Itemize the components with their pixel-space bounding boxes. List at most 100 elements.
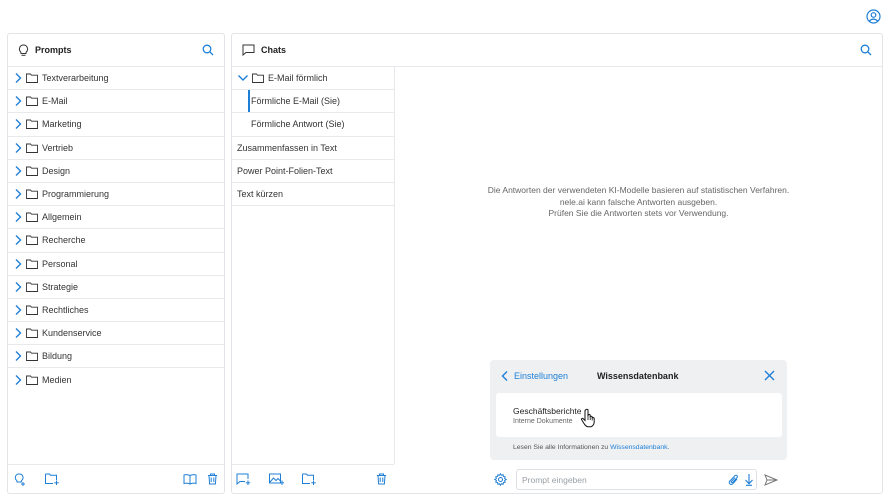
add-prompt-icon[interactable] <box>14 473 26 486</box>
prompt-input-container <box>516 469 757 490</box>
search-icon[interactable] <box>202 44 214 56</box>
chevron-right-icon[interactable] <box>14 304 22 316</box>
disclaimer-line: Die Antworten der verwendeten KI-Modelle… <box>487 185 790 195</box>
chat-item[interactable]: Power Point-Folien-Text <box>232 160 394 183</box>
library-icon[interactable] <box>183 473 197 485</box>
gear-icon[interactable] <box>494 473 507 486</box>
chats-title: Chats <box>261 45 287 55</box>
folder-row[interactable]: Strategie <box>8 276 224 299</box>
knowledge-base-popup: Einstellungen Wissensdatenbank Geschäfts… <box>490 360 787 460</box>
chat-item[interactable]: Text kürzen <box>232 183 394 207</box>
trash-icon[interactable] <box>376 473 387 485</box>
folder-label: Personal <box>42 258 78 269</box>
folder-label: Vertrieb <box>42 142 74 153</box>
folder-icon <box>26 96 38 107</box>
chat-item[interactable]: Zusammenfassen in Text <box>232 137 394 160</box>
folder-row[interactable]: Design <box>8 160 224 183</box>
chat-bubble-icon <box>242 44 255 56</box>
chevron-right-icon[interactable] <box>14 258 22 270</box>
back-to-settings-button[interactable]: Einstellungen <box>501 370 568 382</box>
lightbulb-icon <box>18 43 29 57</box>
chevron-right-icon[interactable] <box>14 72 22 84</box>
chevron-right-icon[interactable] <box>14 234 22 246</box>
voice-input-icon[interactable] <box>744 473 754 486</box>
folder-row[interactable]: Bildung <box>8 345 224 369</box>
chat-item-label: Förmliche E-Mail (Sie) <box>251 96 341 107</box>
chat-folder-row[interactable]: E-Mail förmlich <box>232 67 394 91</box>
info-text: Lesen Sie alle Informationen zu <box>513 444 611 451</box>
folder-row[interactable]: Kundenservice <box>8 322 224 346</box>
chat-item[interactable]: Förmliche E-Mail (Sie) <box>232 90 394 114</box>
folder-row[interactable]: Recherche <box>8 229 224 253</box>
folder-icon <box>26 305 38 315</box>
chevron-right-icon[interactable] <box>14 327 22 339</box>
folder-icon <box>26 351 38 362</box>
chevron-right-icon[interactable] <box>14 188 22 200</box>
close-icon[interactable] <box>764 370 775 381</box>
folder-row[interactable]: Textverarbeitung <box>8 67 224 91</box>
folder-row[interactable]: E-Mail <box>8 90 224 114</box>
chat-folder-label: E-Mail förmlich <box>268 73 328 84</box>
send-icon[interactable] <box>764 474 778 486</box>
chevron-down-icon[interactable] <box>237 74 249 82</box>
user-account-icon[interactable] <box>866 9 881 24</box>
folder-row[interactable]: Vertrieb <box>8 137 224 160</box>
chevron-right-icon[interactable] <box>14 118 22 130</box>
disclaimer-line: Prüfen Sie die Antworten stets vor Verwe… <box>548 208 729 218</box>
folder-icon <box>26 73 38 84</box>
knowledge-base-info: Lesen Sie alle Informationen zu Wissensd… <box>513 444 669 451</box>
folder-icon <box>26 189 38 199</box>
folder-icon <box>26 328 38 339</box>
chevron-right-icon[interactable] <box>14 281 22 293</box>
folder-row[interactable]: Programmierung <box>8 183 224 207</box>
chat-item-label: Zusammenfassen in Text <box>237 142 337 153</box>
chevron-right-icon[interactable] <box>14 350 22 362</box>
chat-item-label: Power Point-Folien-Text <box>237 165 333 176</box>
folder-icon <box>26 235 38 246</box>
folder-icon <box>26 259 38 269</box>
knowledge-base-name: Geschäftsberichte <box>513 406 582 416</box>
chat-item[interactable]: Förmliche Antwort (Sie) <box>232 113 394 137</box>
prompts-panel: Prompts Textverarbeitung E-Mail Marketin… <box>7 33 225 494</box>
folder-label: Allgemein <box>42 212 82 223</box>
popup-title: Wissensdatenbank <box>597 371 679 381</box>
add-folder-icon[interactable] <box>45 473 60 485</box>
folder-label: Design <box>42 165 71 176</box>
ai-disclaimer: Die Antworten der verwendeten KI-Modelle… <box>395 185 882 220</box>
chevron-right-icon[interactable] <box>14 142 22 154</box>
folder-label: Marketing <box>42 119 82 130</box>
folder-label: Medien <box>42 375 72 386</box>
folder-row[interactable]: Marketing <box>8 113 224 137</box>
chevron-right-icon[interactable] <box>14 374 22 386</box>
folder-icon <box>26 282 38 292</box>
knowledge-base-link[interactable]: Wissensdatenbank <box>610 444 667 451</box>
chat-list: E-Mail förmlich Förmliche E-Mail (Sie) F… <box>232 67 395 464</box>
folder-row[interactable]: Allgemein <box>8 206 224 230</box>
chevron-right-icon[interactable] <box>14 211 22 223</box>
folder-label: Strategie <box>42 281 79 292</box>
knowledge-base-card[interactable]: Geschäftsberichte Interne Dokumente <box>496 393 782 437</box>
paperclip-icon[interactable] <box>728 474 739 486</box>
folder-label: Kundenservice <box>42 328 102 339</box>
folder-icon <box>252 73 264 84</box>
disclaimer-line: nele.ai kann falsche Antworten ausgeben. <box>559 196 718 207</box>
folder-label: E-Mail <box>42 96 68 107</box>
add-folder-icon[interactable] <box>302 473 317 485</box>
folder-row[interactable]: Rechtliches <box>8 299 224 323</box>
folder-icon <box>26 120 38 130</box>
search-icon[interactable] <box>860 44 872 56</box>
image-generation-icon[interactable] <box>269 473 284 485</box>
folder-icon <box>26 375 38 385</box>
folder-icon <box>26 166 38 176</box>
folder-label: Rechtliches <box>42 304 89 315</box>
prompt-input[interactable] <box>517 470 717 489</box>
chevron-right-icon[interactable] <box>14 95 22 107</box>
new-chat-icon[interactable] <box>236 473 251 485</box>
folder-icon <box>26 143 38 153</box>
folder-row[interactable]: Personal <box>8 253 224 276</box>
trash-icon[interactable] <box>207 473 218 485</box>
folder-label: Textverarbeitung <box>42 73 109 84</box>
folder-row[interactable]: Medien <box>8 368 224 391</box>
back-label: Einstellungen <box>514 371 569 381</box>
chevron-right-icon[interactable] <box>14 165 22 177</box>
